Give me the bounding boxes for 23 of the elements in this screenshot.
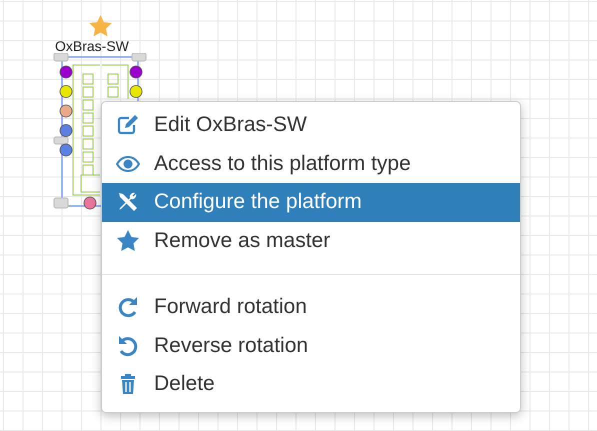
port-dot[interactable] xyxy=(60,104,72,118)
menu-item[interactable]: Reverse rotation xyxy=(102,326,520,365)
node-label: OxBras-SW xyxy=(55,38,129,54)
port-dot[interactable] xyxy=(60,124,72,137)
resize-handle[interactable] xyxy=(54,198,68,208)
port-dot[interactable] xyxy=(60,66,72,78)
undo-icon xyxy=(116,334,140,358)
port-dot[interactable] xyxy=(130,66,142,78)
menu-item[interactable]: Remove as master xyxy=(102,222,520,260)
port-dot[interactable] xyxy=(60,85,72,98)
redo-icon xyxy=(116,295,140,320)
resize-handle[interactable] xyxy=(132,53,146,62)
resize-handle[interactable] xyxy=(54,53,68,62)
menu-item[interactable]: Configure the platform xyxy=(102,183,520,222)
resize-handle[interactable] xyxy=(54,136,68,144)
port-dot[interactable] xyxy=(130,85,142,98)
port-dot[interactable] xyxy=(84,196,96,210)
menu-item[interactable]: Edit OxBras-SW xyxy=(102,106,520,144)
menu-item[interactable]: Access to this platform type xyxy=(102,144,520,183)
port-dot[interactable] xyxy=(60,144,72,156)
menu-item[interactable]: Forward rotation xyxy=(102,288,520,326)
menu-item[interactable]: Delete xyxy=(102,365,520,404)
star-icon xyxy=(116,228,140,253)
